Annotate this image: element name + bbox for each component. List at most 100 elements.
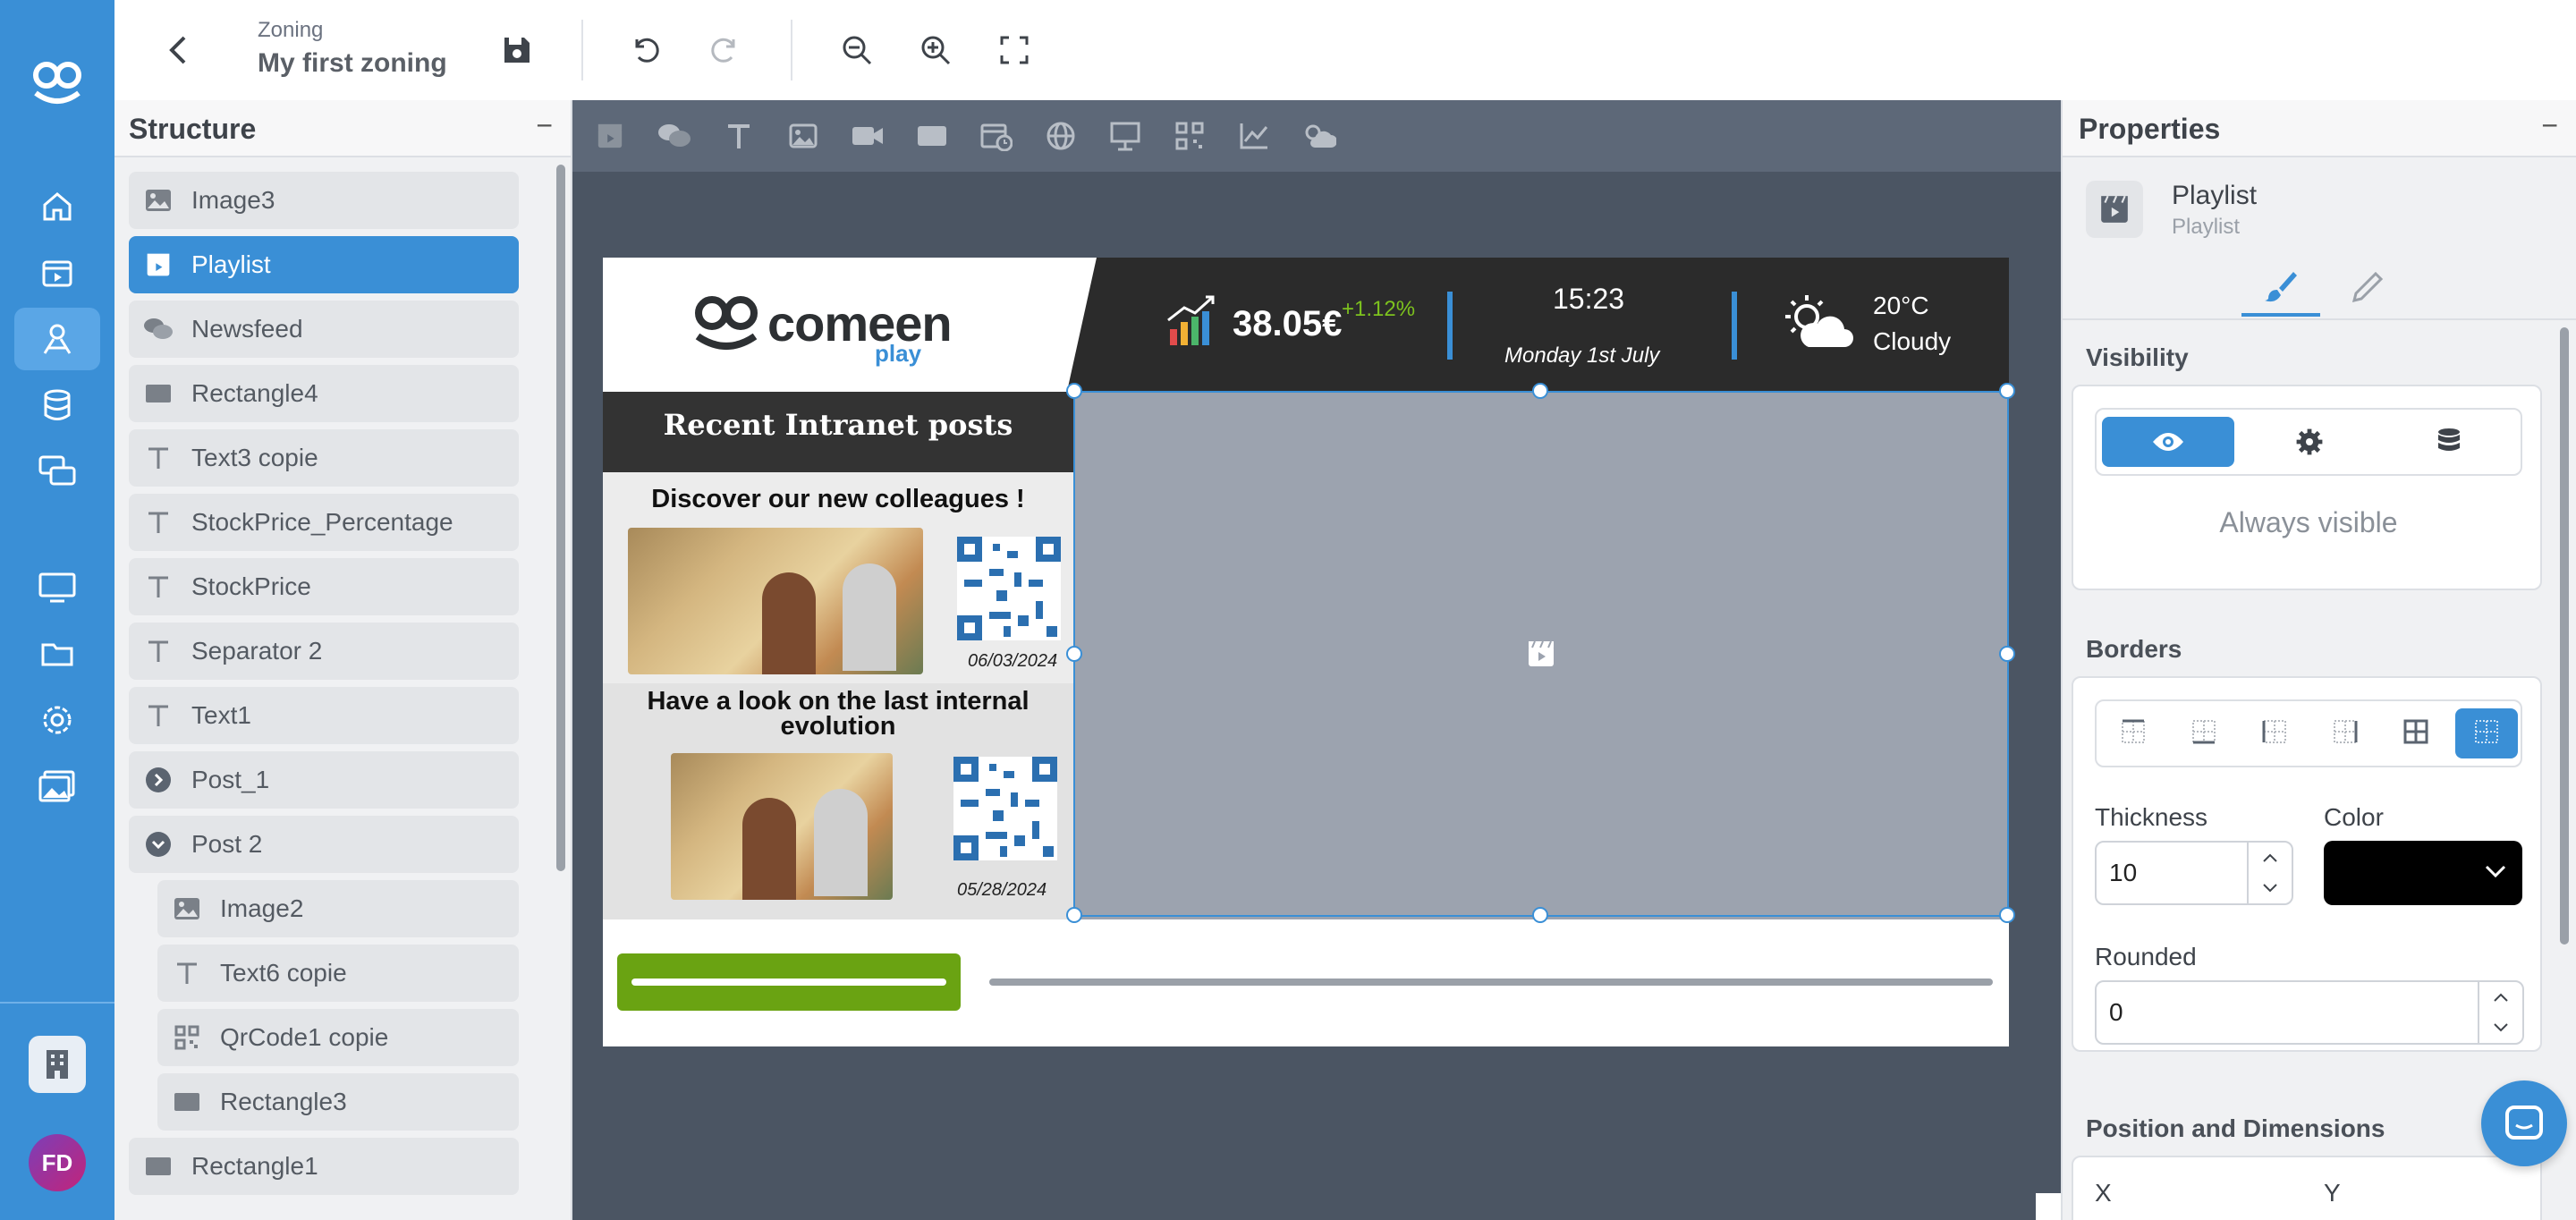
separator-2[interactable] — [1732, 292, 1737, 360]
playlist-zone[interactable] — [1073, 392, 2009, 919]
conditional-visible-button[interactable] — [2243, 417, 2376, 467]
resize-handle-ne[interactable] — [1999, 383, 2015, 399]
border-bottom-button[interactable] — [2173, 708, 2235, 758]
media-icon[interactable] — [14, 241, 100, 304]
chevron-down-icon[interactable] — [2492, 1022, 2510, 1033]
properties-scrollbar[interactable] — [2560, 327, 2569, 945]
screen-icon[interactable] — [14, 556, 100, 619]
tab-edit[interactable] — [2327, 259, 2406, 317]
weather-temperature[interactable]: 20°C — [1873, 292, 1929, 320]
border-right-button[interactable] — [2314, 708, 2377, 758]
progress-bar-active[interactable] — [617, 953, 961, 1011]
tree-item-post-2[interactable]: Post 2 — [129, 816, 519, 873]
border-top-button[interactable] — [2102, 708, 2165, 758]
redo-icon[interactable] — [703, 29, 746, 72]
chevron-down-icon[interactable] — [2261, 883, 2279, 894]
home-icon[interactable] — [14, 175, 100, 238]
back-chevron-icon[interactable] — [161, 30, 197, 74]
video-widget-icon[interactable] — [848, 116, 887, 156]
separator-1[interactable] — [1447, 292, 1453, 360]
newsfeed-widget-icon[interactable] — [655, 116, 694, 156]
tree-item-qrcode1-copie[interactable]: QrCode1 copie — [157, 1009, 519, 1066]
tree-item-text1[interactable]: Text1 — [129, 687, 519, 744]
web-widget-icon[interactable] — [1041, 116, 1080, 156]
gear-icon — [2296, 428, 2323, 455]
playlist-widget-icon[interactable] — [590, 116, 630, 156]
border-left-button[interactable] — [2243, 708, 2306, 758]
text-widget-icon[interactable] — [719, 116, 758, 156]
newsfeed[interactable]: Recent Intranet posts Discover our new c… — [603, 392, 1073, 919]
thickness-input[interactable]: 10 — [2095, 841, 2293, 905]
clock-time[interactable]: 15:23 — [1553, 283, 1624, 316]
rounded-input[interactable]: 0 — [2095, 980, 2524, 1045]
user-avatar[interactable]: FD — [29, 1134, 86, 1191]
chat-icon[interactable] — [14, 440, 100, 503]
undo-icon[interactable] — [624, 29, 667, 72]
resize-handle-s[interactable] — [1532, 907, 1548, 923]
tree-item-stockprice[interactable]: StockPrice — [129, 558, 519, 615]
tree-item-image2[interactable]: Image2 — [157, 880, 519, 937]
border-all-button[interactable] — [2455, 708, 2518, 758]
support-chat-button[interactable] — [2481, 1080, 2567, 1166]
collapse-icon[interactable] — [143, 829, 174, 860]
weather-condition[interactable]: Cloudy — [1873, 327, 1951, 356]
progress-bar-track[interactable] — [989, 979, 1993, 986]
post-1-image — [628, 528, 923, 674]
tree-item-rectangle1[interactable]: Rectangle1 — [129, 1138, 519, 1195]
app-logo-icon[interactable] — [30, 57, 84, 115]
settings-icon[interactable] — [14, 689, 100, 751]
tree-item-playlist[interactable]: Playlist — [129, 236, 519, 293]
expand-icon[interactable] — [143, 765, 174, 795]
resize-handle-sw[interactable] — [1066, 907, 1082, 923]
structure-scrollbar[interactable] — [556, 165, 565, 871]
tree-item-post-1[interactable]: Post_1 — [129, 751, 519, 809]
image-widget-icon[interactable] — [784, 116, 823, 156]
zoning-icon[interactable] — [14, 308, 100, 370]
zoom-in-icon[interactable] — [914, 29, 957, 72]
always-visible-button[interactable] — [2102, 417, 2234, 467]
rounded-value: 0 — [2109, 998, 2123, 1026]
text-icon — [143, 572, 174, 602]
tree-item-separator-2[interactable]: Separator 2 — [129, 623, 519, 680]
save-icon[interactable] — [496, 29, 538, 72]
properties-collapse-button[interactable]: − — [2541, 109, 2558, 142]
gallery-icon[interactable] — [14, 755, 100, 818]
building-icon[interactable] — [29, 1036, 86, 1093]
fullscreen-icon[interactable] — [993, 29, 1036, 72]
post-2[interactable]: Have a look on the last internal evoluti… — [603, 683, 1073, 919]
folder-icon[interactable] — [14, 623, 100, 685]
tab-style[interactable] — [2241, 259, 2320, 317]
color-select[interactable] — [2324, 841, 2522, 905]
resize-handle-n[interactable] — [1532, 383, 1548, 399]
tree-item-rectangle4[interactable]: Rectangle4 — [129, 365, 519, 422]
structure-collapse-button[interactable]: − — [536, 109, 553, 142]
rectangle-widget-icon[interactable] — [912, 116, 952, 156]
resize-handle-nw[interactable] — [1066, 383, 1082, 399]
tree-item-rectangle3[interactable]: Rectangle3 — [157, 1073, 519, 1131]
database-icon[interactable] — [14, 374, 100, 436]
clock-date[interactable]: Monday 1st July — [1504, 343, 1659, 369]
tree-item-text6-copie[interactable]: Text6 copie — [157, 945, 519, 1002]
tree-item-image3[interactable]: Image3 — [129, 172, 519, 229]
thickness-stepper[interactable] — [2247, 843, 2292, 903]
resize-handle-se[interactable] — [1999, 907, 2015, 923]
presentation-widget-icon[interactable] — [1106, 116, 1145, 156]
calendar-widget-icon[interactable] — [977, 116, 1016, 156]
tree-item-newsfeed[interactable]: Newsfeed — [129, 301, 519, 358]
resize-handle-e[interactable] — [1999, 646, 2015, 662]
resize-handle-w[interactable] — [1066, 646, 1082, 662]
chart-widget-icon[interactable] — [1234, 116, 1274, 156]
chevron-up-icon[interactable] — [2261, 852, 2279, 863]
qrcode-widget-icon[interactable] — [1170, 116, 1209, 156]
tree-item-stockprice-percentage[interactable]: StockPrice_Percentage — [129, 494, 519, 551]
zoning-screen[interactable]: comeen play 38.05€ +1.12% 15:23 Monday 1… — [603, 258, 2009, 1046]
data-visible-button[interactable] — [2383, 417, 2515, 467]
stock-price[interactable]: 38.05€ — [1233, 304, 1342, 344]
stock-percentage[interactable]: +1.12% — [1342, 297, 1415, 322]
zoom-out-icon[interactable] — [835, 29, 878, 72]
chevron-up-icon[interactable] — [2492, 992, 2510, 1003]
weather-widget-icon[interactable] — [1299, 116, 1338, 156]
tree-item-text3-copie[interactable]: Text3 copie — [129, 429, 519, 487]
rounded-stepper[interactable] — [2478, 982, 2522, 1043]
border-inner-button[interactable] — [2385, 708, 2447, 758]
